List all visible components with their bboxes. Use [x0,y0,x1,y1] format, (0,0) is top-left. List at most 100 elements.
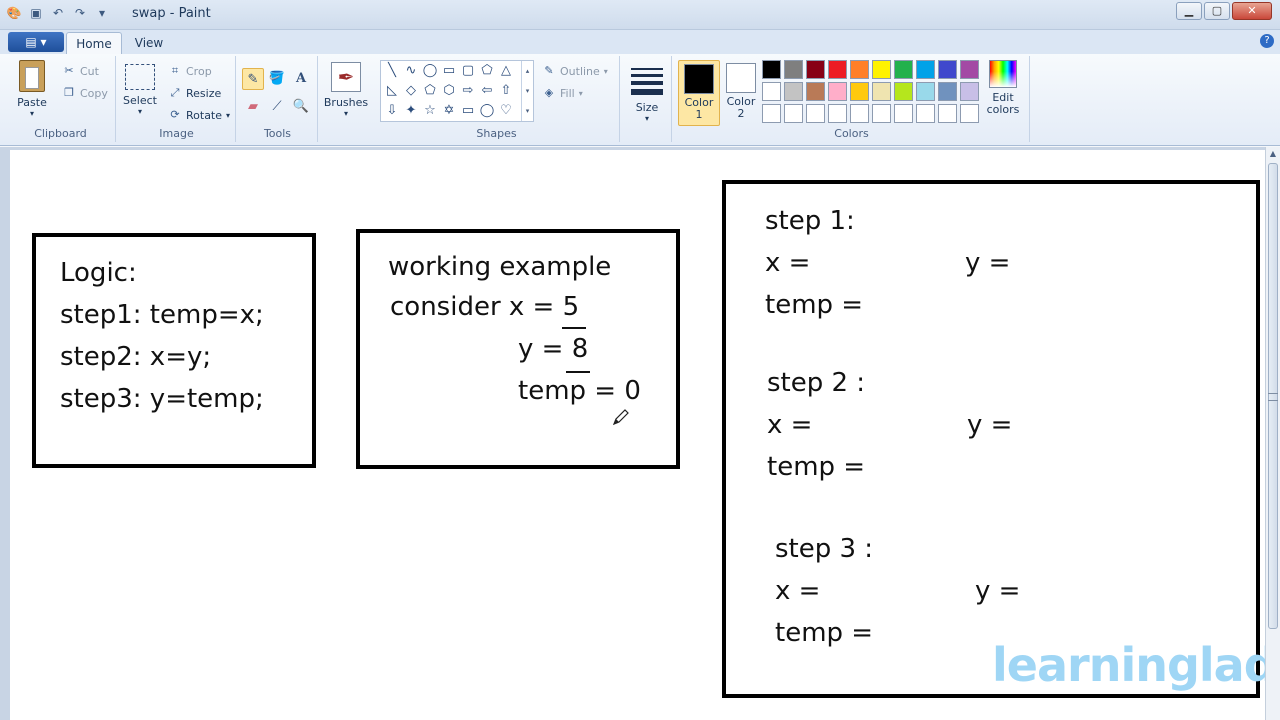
step3-y: y = [975,576,1021,606]
edit-colors-label-2: colors [986,103,1020,116]
resize-button[interactable]: ⤢ Resize [168,86,222,100]
fill-button[interactable]: ◈ Fill ▾ [542,86,583,100]
palette-swatch[interactable] [784,60,803,79]
palette-swatch[interactable] [938,82,957,101]
brushes-button[interactable]: ✒ Brushes ▾ [322,62,370,118]
palette-swatch[interactable] [960,104,979,123]
palette-swatch[interactable] [806,82,825,101]
palette-swatch[interactable] [938,104,957,123]
rotate-label: Rotate [186,108,223,122]
tab-view[interactable]: View [126,32,172,54]
paste-button[interactable]: Paste ▾ [12,60,52,118]
palette-swatch[interactable] [960,60,979,79]
diamond-shape-icon[interactable]: ◇ [402,82,420,100]
left-arrow-shape-icon[interactable]: ⇦ [478,82,496,100]
palette-swatch[interactable] [828,82,847,101]
text-tool-icon[interactable]: A [290,68,312,90]
palette-swatch[interactable] [762,82,781,101]
step2-x: x = [767,410,813,440]
copy-button[interactable]: ❐ Copy [62,86,108,100]
drawing-canvas[interactable]: Logic: step1: temp=x; step2: x=y; step3:… [10,150,1277,720]
palette-swatch[interactable] [806,104,825,123]
palette-swatch[interactable] [916,60,935,79]
example-heading: working example [388,252,612,282]
palette-swatch[interactable] [872,82,891,101]
pencil-icon[interactable]: ✎ [242,68,264,90]
color2-button[interactable]: Color 2 [720,60,762,126]
rotate-button[interactable]: ⟳ Rotate ▾ [168,108,230,122]
right-arrow-shape-icon[interactable]: ⇨ [459,82,477,100]
curve-shape-icon[interactable]: ∿ [402,62,420,80]
close-button[interactable]: ✕ [1232,2,1272,20]
step2-y: y = [967,410,1013,440]
customize-toolbar-icon[interactable]: ▾ [94,5,110,21]
line-shape-icon[interactable]: ╲ [383,62,401,80]
hexagon-shape-icon[interactable]: ⬡ [440,82,458,100]
palette-swatch[interactable] [872,104,891,123]
logic-step2: step2: x=y; [60,342,212,372]
maximize-button[interactable]: ▢ [1204,2,1230,20]
pencil-cursor-icon [612,408,630,430]
shapes-scroll[interactable]: ▴ ▾ ▾ [521,61,533,121]
triangle-shape-icon[interactable]: △ [497,62,515,80]
clipboard-group: Paste ▾ ✂ Cut ❐ Copy Clipboard [6,56,116,142]
color-picker-icon[interactable]: ⟋ [266,96,288,118]
up-arrow-shape-icon[interactable]: ⇧ [497,82,515,100]
palette-swatch[interactable] [960,82,979,101]
palette-swatch[interactable] [762,60,781,79]
outline-button[interactable]: ✎ Outline ▾ [542,64,607,78]
minimize-button[interactable]: ▁ [1176,2,1202,20]
six-point-star-shape-icon[interactable]: ✡ [440,102,458,120]
scroll-up-icon[interactable]: ▲ [1266,147,1280,161]
palette-swatch[interactable] [828,60,847,79]
palette-swatch[interactable] [762,104,781,123]
color1-button[interactable]: Color 1 [678,60,720,126]
tab-home[interactable]: Home [66,32,122,54]
size-button[interactable]: Size ▾ [624,62,670,123]
palette-swatch[interactable] [806,60,825,79]
color2-swatch [726,63,756,93]
heart-shape-icon[interactable]: ♡ [497,102,515,120]
palette-swatch[interactable] [916,82,935,101]
palette-swatch[interactable] [894,60,913,79]
oval-shape-icon[interactable]: ◯ [421,62,439,80]
color1-swatch [684,64,714,94]
polygon-shape-icon[interactable]: ⬠ [478,62,496,80]
redo-icon[interactable]: ↷ [72,5,88,21]
paint-app-icon[interactable]: 🎨 [6,5,22,21]
five-point-star-shape-icon[interactable]: ☆ [421,102,439,120]
eraser-icon[interactable]: ▰ [242,96,264,118]
palette-swatch[interactable] [916,104,935,123]
right-triangle-shape-icon[interactable]: ◺ [383,82,401,100]
paint-menu-button[interactable]: ▤ ▾ [8,32,64,52]
edit-colors-button[interactable]: Edit colors [984,60,1022,126]
pentagon-shape-icon[interactable]: ⬠ [421,82,439,100]
palette-swatch[interactable] [828,104,847,123]
rounded-rectangle-shape-icon[interactable]: ▢ [459,62,477,80]
rectangle-shape-icon[interactable]: ▭ [440,62,458,80]
palette-swatch[interactable] [872,60,891,79]
palette-swatch[interactable] [850,60,869,79]
callout-rect-shape-icon[interactable]: ▭ [459,102,477,120]
callout-oval-shape-icon[interactable]: ◯ [478,102,496,120]
down-arrow-shape-icon[interactable]: ⇩ [383,102,401,120]
crop-button[interactable]: ⌗ Crop [168,64,212,78]
help-icon[interactable]: ? [1260,34,1274,48]
shapes-gallery: ╲ ∿ ◯ ▭ ▢ ⬠ △ ◺ ◇ ⬠ ⬡ ⇨ ⇦ ⇧ ⇩ ✦ ☆ ✡ ▭ ◯ … [380,60,534,122]
palette-swatch[interactable] [894,82,913,101]
vertical-scrollbar[interactable]: ▲ [1265,147,1280,720]
palette-swatch[interactable] [784,82,803,101]
save-icon[interactable]: ▣ [28,5,44,21]
four-point-star-shape-icon[interactable]: ✦ [402,102,420,120]
palette-swatch[interactable] [850,104,869,123]
cut-button[interactable]: ✂ Cut [62,64,99,78]
palette-swatch[interactable] [784,104,803,123]
palette-swatch[interactable] [938,60,957,79]
fill-bucket-icon[interactable]: 🪣 [266,68,288,90]
select-button[interactable]: Select ▾ [122,64,158,116]
undo-icon[interactable]: ↶ [50,5,66,21]
palette-swatch[interactable] [894,104,913,123]
magnifier-icon[interactable]: 🔍 [290,96,312,118]
shapes-group-label: Shapes [476,127,517,140]
palette-swatch[interactable] [850,82,869,101]
